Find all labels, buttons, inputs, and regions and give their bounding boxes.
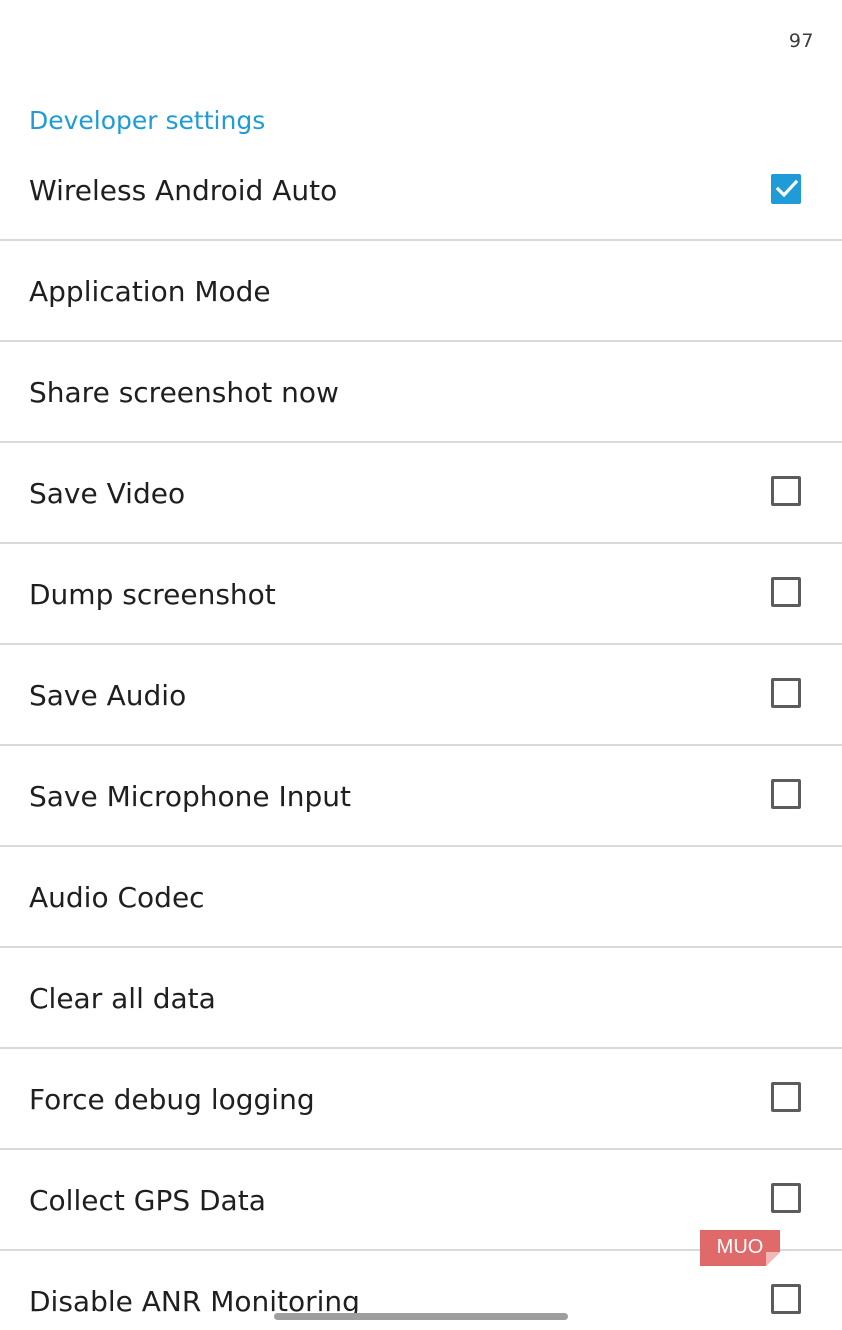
setting-row-save-microphone-input[interactable]: Save Microphone Input <box>0 746 842 847</box>
checkbox-unchecked[interactable] <box>771 678 801 708</box>
watermark-text: MUO <box>717 1236 764 1258</box>
setting-row-save-video[interactable]: Save Video <box>0 443 842 544</box>
checkbox-unchecked[interactable] <box>771 1082 801 1112</box>
setting-row-force-debug-logging[interactable]: Force debug logging <box>0 1049 842 1150</box>
home-indicator-bar[interactable] <box>274 1313 568 1320</box>
setting-row-wireless-android-auto[interactable]: Wireless Android Auto <box>0 140 842 241</box>
setting-label: Audio Codec <box>29 881 205 914</box>
setting-row-application-mode[interactable]: Application Mode <box>0 241 842 342</box>
setting-label: Clear all data <box>29 982 216 1015</box>
checkbox-checked[interactable] <box>771 174 801 204</box>
setting-row-clear-all-data[interactable]: Clear all data <box>0 948 842 1049</box>
developer-settings-screen: 97 Developer settings Wireless Android A… <box>0 0 842 1330</box>
setting-row-audio-codec[interactable]: Audio Codec <box>0 847 842 948</box>
setting-label: Application Mode <box>29 275 271 308</box>
setting-label: Save Video <box>29 477 186 510</box>
setting-label: Dump screenshot <box>29 578 276 611</box>
checkbox-unchecked[interactable] <box>771 1284 801 1314</box>
setting-label: Force debug logging <box>29 1083 315 1116</box>
muo-watermark-logo: MUO <box>700 1230 780 1266</box>
setting-row-share-screenshot-now[interactable]: Share screenshot now <box>0 342 842 443</box>
setting-row-dump-screenshot[interactable]: Dump screenshot <box>0 544 842 645</box>
checkbox-unchecked[interactable] <box>771 577 801 607</box>
setting-label: Collect GPS Data <box>29 1184 266 1217</box>
setting-label: Save Microphone Input <box>29 780 352 813</box>
checkbox-unchecked[interactable] <box>771 476 801 506</box>
setting-label: Share screenshot now <box>29 376 339 409</box>
section-header: Developer settings <box>29 106 266 135</box>
status-counter: 97 <box>788 30 814 52</box>
settings-list: Wireless Android Auto Application Mode S… <box>0 140 842 1330</box>
checkmark-icon <box>775 179 799 198</box>
checkbox-unchecked[interactable] <box>771 779 801 809</box>
setting-label: Save Audio <box>29 679 187 712</box>
checkbox-unchecked[interactable] <box>771 1183 801 1213</box>
setting-row-save-audio[interactable]: Save Audio <box>0 645 842 746</box>
setting-label: Wireless Android Auto <box>29 174 338 207</box>
